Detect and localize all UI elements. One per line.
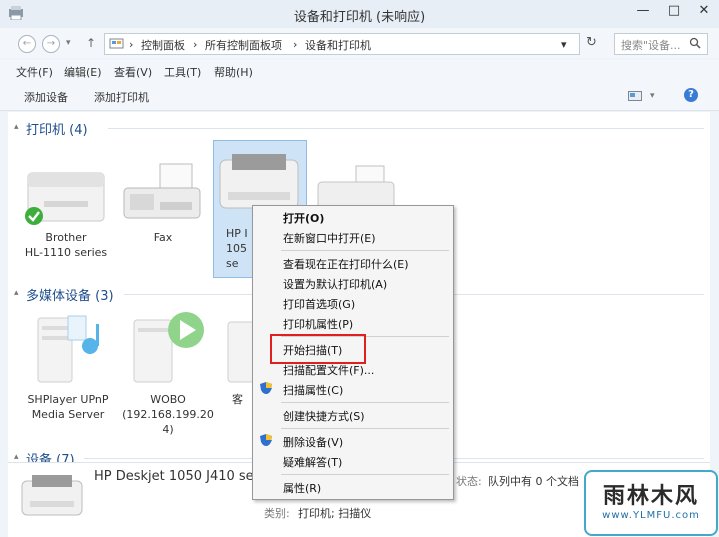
device-label: Fax xyxy=(153,231,173,244)
collapse-media-icon[interactable]: ▴ xyxy=(14,288,19,298)
device-label: SHPlayer UPnP Media Server xyxy=(27,393,109,421)
menu-separator xyxy=(281,428,449,429)
menu-item-properties[interactable]: 属性(R) xyxy=(283,480,321,496)
minimize-button[interactable]: — xyxy=(629,0,657,22)
forward-arrow-icon[interactable]: → xyxy=(42,35,60,53)
media-server-icon[interactable] xyxy=(30,310,110,386)
watermark-logo: 雨林木风 www.YLMFU.com xyxy=(584,470,718,536)
menu-view[interactable]: 查看(V) xyxy=(114,64,152,80)
control-panel-icon xyxy=(109,37,125,50)
search-icon[interactable] xyxy=(689,37,701,49)
selected-printer-icon xyxy=(20,473,84,519)
menu-bar: 文件(F) 编辑(E) 查看(V) 工具(T) 帮助(H) xyxy=(0,60,719,82)
menu-item-printer-properties[interactable]: 打印机属性(P) xyxy=(283,316,353,332)
menu-item-troubleshoot[interactable]: 疑难解答(T) xyxy=(283,454,342,470)
add-device-button[interactable]: 添加设备 xyxy=(24,89,68,105)
device-label: WOBO (192.168.199.20 4) xyxy=(122,393,214,436)
up-arrow-icon[interactable]: ↑ xyxy=(86,36,96,50)
address-bar[interactable]: › 控制面板 › 所有控制面板项 › 设备和打印机 ▾ xyxy=(104,33,580,55)
breadcrumb-all-items[interactable]: 所有控制面板项 xyxy=(205,37,282,53)
menu-item-remove-device[interactable]: 删除设备(V) xyxy=(283,434,343,450)
maximize-button[interactable]: □ xyxy=(660,0,688,22)
menu-item-scan-properties[interactable]: 扫描属性(C) xyxy=(283,382,343,398)
section-divider xyxy=(108,128,704,129)
command-bar: 添加设备 添加打印机 ▾ ? xyxy=(0,82,719,111)
fax-icon[interactable] xyxy=(120,162,206,226)
menu-item-open-new-window[interactable]: 在新窗口中打开(E) xyxy=(283,230,376,246)
menu-separator xyxy=(281,474,449,475)
menu-item-see-printing[interactable]: 查看现在正在打印什么(E) xyxy=(283,256,409,272)
breadcrumb-separator-icon: › xyxy=(129,38,134,51)
menu-help[interactable]: 帮助(H) xyxy=(214,64,253,80)
menu-separator xyxy=(281,402,449,403)
menu-edit[interactable]: 编辑(E) xyxy=(64,64,102,80)
selected-device-name: HP Deskjet 1050 J410 series xyxy=(94,469,278,484)
uac-shield-icon xyxy=(259,381,273,395)
breadcrumb-separator-icon: › xyxy=(193,38,198,51)
category-value: 打印机; 扫描仪 xyxy=(298,507,372,520)
breadcrumb-control-panel[interactable]: 控制面板 xyxy=(141,37,185,53)
device-label: Brother HL-1110 series xyxy=(24,231,108,259)
menu-separator xyxy=(281,250,449,251)
recent-pages-chevron-icon[interactable]: ▾ xyxy=(66,38,71,48)
status-label: 状态: xyxy=(456,475,482,488)
back-arrow-icon[interactable]: ← xyxy=(18,35,36,53)
wobo-media-icon[interactable] xyxy=(126,308,210,386)
menu-item-set-default[interactable]: 设置为默认打印机(A) xyxy=(283,276,387,292)
title-bar: 设备和打印机 (未响应) — □ ✕ xyxy=(0,0,719,28)
add-printer-button[interactable]: 添加打印机 xyxy=(94,89,149,105)
help-icon[interactable]: ? xyxy=(684,88,698,102)
highlight-annotation-box xyxy=(270,334,366,364)
watermark-brand: 雨林木风 xyxy=(602,484,699,509)
uac-shield-icon xyxy=(259,433,273,447)
watermark-url: www.YLMFU.com xyxy=(602,510,700,521)
view-dropdown-icon[interactable]: ▾ xyxy=(650,91,655,101)
menu-item-scan-profiles[interactable]: 扫描配置文件(F)... xyxy=(283,362,374,378)
address-dropdown-icon[interactable]: ▾ xyxy=(561,38,567,51)
search-input[interactable]: 搜索"设备... xyxy=(614,33,708,55)
collapse-devices-icon[interactable]: ▴ xyxy=(14,452,19,462)
menu-file[interactable]: 文件(F) xyxy=(16,64,53,80)
refresh-icon[interactable]: ↻ xyxy=(586,35,597,50)
menu-tools[interactable]: 工具(T) xyxy=(164,64,201,80)
breadcrumb-devices-printers[interactable]: 设备和打印机 xyxy=(305,37,371,53)
menu-item-open[interactable]: 打开(O) xyxy=(283,210,324,226)
media-section-header[interactable]: 多媒体设备 (3) xyxy=(26,285,114,304)
view-options-icon[interactable] xyxy=(628,91,642,101)
window-title: 设备和打印机 (未响应) xyxy=(293,10,426,25)
breadcrumb-separator-icon: › xyxy=(293,38,298,51)
printers-section-header[interactable]: 打印机 (4) xyxy=(26,119,88,138)
search-placeholder: 搜索"设备... xyxy=(621,39,681,52)
category-label: 类别: xyxy=(264,507,290,520)
collapse-printers-icon[interactable]: ▴ xyxy=(14,122,19,132)
printer-brother-icon[interactable] xyxy=(22,167,108,227)
menu-item-create-shortcut[interactable]: 创建快捷方式(S) xyxy=(283,408,365,424)
navigation-bar: ← → ▾ ↑ › 控制面板 › 所有控制面板项 › 设备和打印机 ▾ ↻ 搜索… xyxy=(0,28,719,58)
close-button[interactable]: ✕ xyxy=(690,0,718,22)
menu-item-print-preferences[interactable]: 打印首选项(G) xyxy=(283,296,355,312)
status-value: 队列中有 0 个文档 xyxy=(488,475,579,488)
